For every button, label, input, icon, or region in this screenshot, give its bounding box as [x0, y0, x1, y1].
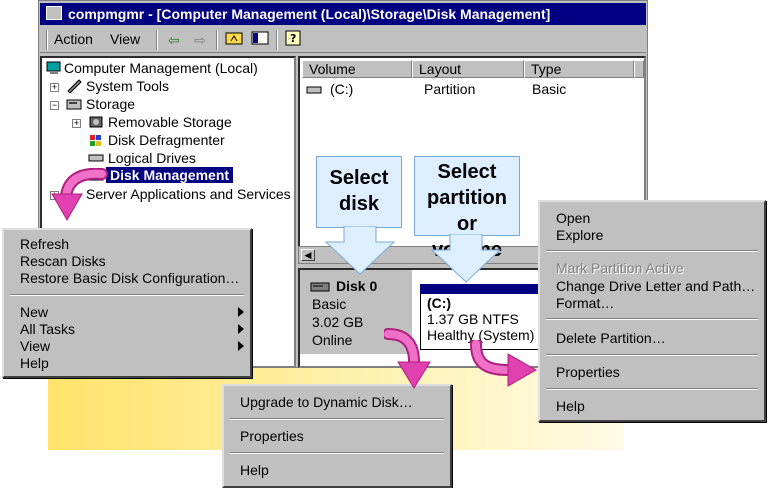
cell-volume: (C:): [330, 81, 354, 97]
toolbar-separator: [216, 30, 218, 50]
partition-label: (C:): [427, 295, 452, 311]
menu-separator: [230, 418, 444, 420]
menu-item-new[interactable]: New: [20, 304, 48, 320]
arrow-to-partition-menu: [470, 340, 538, 387]
partition-context-menu: Open Explore Mark Partition Active Chang…: [538, 200, 766, 422]
menu-item-rescan-disks[interactable]: Rescan Disks: [20, 253, 106, 269]
forward-icon[interactable]: ⇨: [190, 30, 210, 50]
cell-layout: Partition: [424, 81, 476, 97]
submenu-arrow-icon: [238, 341, 244, 351]
scroll-left-arrow-icon[interactable]: ◀: [301, 249, 315, 261]
disk-management-context-menu: Refresh Rescan Disks Restore Basic Disk …: [2, 228, 252, 378]
menu-item-disk-properties[interactable]: Properties: [240, 428, 304, 444]
column-header-type[interactable]: Type: [524, 60, 634, 78]
collapse-icon[interactable]: −: [50, 101, 59, 110]
toolbar-separator: [276, 30, 278, 50]
action-menu-label: Action: [54, 31, 93, 47]
window-title: compmgmr - [Computer Management (Local)\…: [68, 6, 551, 22]
menu-separator: [546, 388, 758, 390]
callout-text: partition or: [427, 187, 507, 235]
tools-icon: [66, 79, 82, 94]
svg-text:?: ?: [290, 32, 296, 45]
defragmenter-icon: [88, 133, 104, 147]
callout-arrow-partition: [430, 234, 502, 283]
menu-separator: [546, 354, 758, 356]
partition-size-fs: 1.37 GB NTFS: [427, 311, 519, 327]
menu-item-restore-configuration[interactable]: Restore Basic Disk Configuration…: [20, 270, 239, 286]
tree-item-root[interactable]: Computer Management (Local): [64, 60, 258, 76]
arrow-to-disk-management-menu: [51, 168, 108, 222]
menu-item-help[interactable]: Help: [20, 355, 49, 371]
toolbar-separator: [156, 30, 158, 50]
back-icon[interactable]: ⇦: [164, 30, 184, 50]
disk-context-menu: Upgrade to Dynamic Disk… Properties Help: [222, 384, 452, 488]
expand-icon[interactable]: +: [50, 83, 59, 92]
disk-size: 3.02 GB: [312, 314, 364, 330]
up-folder-icon[interactable]: [224, 30, 244, 50]
help-icon[interactable]: ?: [284, 30, 304, 50]
tree-item-system-tools[interactable]: System Tools: [86, 78, 169, 94]
removable-storage-icon: [88, 115, 104, 129]
storage-icon: [66, 97, 82, 111]
menu-item-disk-help[interactable]: Help: [240, 462, 269, 478]
computer-icon: [46, 61, 62, 75]
submenu-arrow-icon: [238, 324, 244, 334]
callout-select-partition: Select partition or volume: [414, 156, 520, 261]
menu-separator: [546, 318, 758, 320]
menu-item-delete-partition[interactable]: Delete Partition…: [556, 330, 666, 346]
arrow-to-disk-menu: [384, 328, 431, 389]
callout-arrow-disk: [324, 226, 396, 275]
tree-item-storage[interactable]: Storage: [86, 96, 135, 112]
cell-type: Basic: [532, 81, 567, 97]
callout-text: Select: [437, 161, 497, 183]
disk-status: Online: [312, 332, 353, 348]
tree-item-removable-storage[interactable]: Removable Storage: [108, 114, 232, 130]
menu-item-view[interactable]: View: [20, 338, 50, 354]
menu-item-partition-help[interactable]: Help: [556, 398, 585, 414]
menu-separator: [10, 294, 244, 296]
computer-management-icon: [46, 6, 62, 20]
menu-item-format[interactable]: Format…: [556, 295, 614, 311]
menu-item-change-drive-letter[interactable]: Change Drive Letter and Path…: [556, 278, 755, 294]
logical-drives-icon: [88, 151, 104, 165]
callout-text: disk: [338, 193, 380, 215]
menu-item-upgrade-dynamic[interactable]: Upgrade to Dynamic Disk…: [240, 394, 413, 410]
disk-type: Basic: [312, 296, 347, 312]
view-menu-label: View: [110, 31, 141, 47]
menu-item-explore[interactable]: Explore: [556, 227, 603, 243]
menu-item-mark-active: Mark Partition Active: [556, 260, 684, 276]
action-menu[interactable]: Action: [54, 31, 93, 47]
menu-separator: [230, 452, 444, 454]
callout-text: Select: [329, 167, 389, 189]
menu-item-refresh[interactable]: Refresh: [20, 236, 69, 252]
volume-drive-icon: [306, 83, 322, 99]
column-header-extra: [634, 60, 644, 78]
show-hide-tree-icon[interactable]: [250, 30, 270, 50]
expand-icon[interactable]: +: [72, 119, 81, 128]
disk-icon: [310, 280, 330, 296]
submenu-arrow-icon: [238, 307, 244, 317]
toolbar: Action View ⇦ ⇨ ?: [40, 27, 646, 53]
tree-item-disk-management[interactable]: Disk Management: [106, 167, 234, 183]
menu-separator: [546, 250, 758, 252]
column-header-volume[interactable]: Volume: [302, 60, 412, 78]
menu-item-open[interactable]: Open: [556, 210, 590, 226]
toolbar-grip: [46, 30, 48, 50]
tree-item-logical-drives[interactable]: Logical Drives: [108, 150, 196, 166]
menu-item-partition-properties[interactable]: Properties: [556, 364, 620, 380]
view-menu[interactable]: View: [110, 31, 140, 47]
table-row[interactable]: (C:) Partition Basic: [302, 80, 642, 98]
tree-item-server-applications[interactable]: Server Applications and Services: [86, 186, 291, 202]
menu-item-all-tasks[interactable]: All Tasks: [20, 321, 75, 337]
tree-item-disk-defragmenter[interactable]: Disk Defragmenter: [108, 132, 225, 148]
disk-name: Disk 0: [336, 278, 378, 294]
callout-select-disk: Select disk: [316, 156, 402, 228]
title-bar: compmgmr - [Computer Management (Local)\…: [40, 3, 646, 25]
column-header-layout[interactable]: Layout: [412, 60, 524, 78]
